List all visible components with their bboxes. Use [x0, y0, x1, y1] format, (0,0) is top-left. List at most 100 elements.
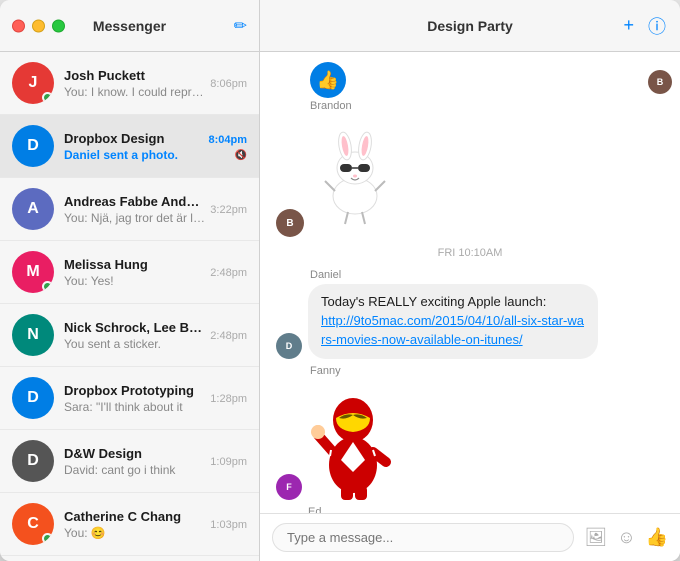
main-content: J Josh Puckett You: I know. I could reprod… [0, 52, 680, 561]
conv-name-dw-design: D&W Design [64, 446, 206, 461]
online-dot-catherine-chang [42, 533, 53, 544]
conv-time-melissa-hung: 2:48pm [210, 267, 247, 279]
conv-name-catherine-chang: Catherine C Chang [64, 509, 206, 524]
daniel-message-row: D Today's REALLY exciting Apple launch: … [276, 284, 664, 359]
conv-preview-josh-puckett: You: I know. I could reproduce. I h... [64, 85, 206, 99]
conv-time-josh-puckett: 8:06pm [210, 78, 247, 90]
conv-time-nick-schrock: 2:48pm [210, 330, 247, 342]
conv-avatar-andreas-fabbe: A [12, 188, 54, 230]
right-actions: + ⓘ [623, 13, 666, 39]
conv-avatar-josh-puckett: J [12, 62, 54, 104]
time-divider-fri-1: FRI 10:10AM [276, 247, 664, 259]
conv-avatar-dw-design: D [12, 440, 54, 482]
brandon-messages: 👍 B Brandon [310, 62, 400, 237]
conversation-item-brandon-souba[interactable]: BBrandon Soubasounds good11:07am [0, 556, 259, 561]
conv-preview-catherine-chang: You: 😊 [64, 526, 206, 540]
ed-message-group: E Ed they screwed up the intro orchestra… [276, 506, 664, 513]
right-titlebar: Design Party + ⓘ [260, 0, 680, 52]
right-side-avatar: B [648, 70, 672, 94]
ranger-sticker [308, 380, 398, 500]
conv-right-melissa-hung: 2:48pm [206, 265, 247, 279]
fullscreen-button[interactable] [52, 19, 65, 32]
conv-preview-melissa-hung: You: Yes! [64, 274, 206, 288]
conversation-item-nick-schrock[interactable]: N Nick Schrock, Lee Byron, ... You sent a … [0, 304, 259, 367]
conv-preview-dropbox-design: Daniel sent a photo. [64, 148, 204, 162]
daniel-name: Daniel [310, 269, 664, 281]
conversation-item-dw-design[interactable]: D D&W Design David: cant go i think 1:09pm [0, 430, 259, 493]
conversation-item-melissa-hung[interactable]: M Melissa Hung You: Yes! 2:48pm [0, 241, 259, 304]
conv-name-nick-schrock: Nick Schrock, Lee Byron, ... [64, 320, 206, 335]
ed-name: Ed [308, 506, 657, 513]
add-person-button[interactable]: + [623, 15, 634, 36]
left-title: Messenger [93, 18, 166, 34]
reaction-row: 👍 B [310, 62, 400, 98]
conversation-item-dropbox-design[interactable]: DDropbox DesignDaniel sent a photo.8:04p… [0, 115, 259, 178]
conversation-item-josh-puckett[interactable]: J Josh Puckett You: I know. I could reprod… [0, 52, 259, 115]
like-button[interactable]: 👍 [646, 527, 668, 548]
close-button[interactable] [12, 19, 25, 32]
conv-right-nick-schrock: 2:48pm [206, 328, 247, 342]
conv-avatar-catherine-chang: C [12, 503, 54, 545]
conversation-list: J Josh Puckett You: I know. I could reprod… [0, 52, 260, 561]
rabbit-sticker [310, 116, 400, 231]
brandon-avatar: B [276, 209, 304, 237]
conv-time-dropbox-prototyping: 1:28pm [210, 393, 247, 405]
conv-info-dw-design: D&W Design David: cant go i think [64, 446, 206, 477]
ed-message-content: Ed they screwed up the intro orchestral … [308, 506, 657, 513]
conv-right-andreas-fabbe: 3:22pm [206, 202, 247, 216]
message-group-top: B 👍 B Brandon [276, 62, 664, 237]
conv-preview-dw-design: David: cant go i think [64, 463, 206, 477]
conv-time-catherine-chang: 1:03pm [210, 519, 247, 531]
conversation-item-andreas-fabbe[interactable]: AAndreas Fabbe AnderssonYou: Njä, jag tr… [0, 178, 259, 241]
conv-info-dropbox-prototyping: Dropbox Prototyping Sara: "I'll think abo… [64, 383, 206, 414]
top-bar: Messenger ✏ Design Party + ⓘ [0, 0, 680, 52]
daniel-bubble: Today's REALLY exciting Apple launch: ht… [308, 284, 598, 359]
conv-time-dropbox-design: 8:04pm [208, 134, 247, 146]
chat-input-bar: 🖼 ☺ 👍 [260, 513, 680, 561]
brandon-name: Brandon [310, 100, 400, 112]
thumbs-up-reaction: 👍 [310, 62, 346, 98]
online-dot-josh-puckett [42, 92, 53, 103]
conv-avatar-melissa-hung: M [12, 251, 54, 293]
daniel-avatar: D [276, 333, 302, 359]
chat-title: Design Party [427, 18, 513, 34]
fanny-avatar: F [276, 474, 302, 500]
conv-avatar-nick-schrock: N [12, 314, 54, 356]
conv-info-nick-schrock: Nick Schrock, Lee Byron, ... You sent a s… [64, 320, 206, 351]
message-list: B 👍 B Brandon [260, 52, 680, 513]
info-button[interactable]: ⓘ [648, 13, 666, 39]
messenger-window: Messenger ✏ Design Party + ⓘ J Josh Pucke… [0, 0, 680, 561]
conv-info-catherine-chang: Catherine C Chang You: 😊 [64, 509, 206, 540]
left-titlebar: Messenger ✏ [0, 0, 260, 52]
conv-name-dropbox-design: Dropbox Design [64, 131, 204, 146]
conv-right-catherine-chang: 1:03pm [206, 517, 247, 531]
conv-info-dropbox-design: Dropbox Design Daniel sent a photo. [64, 131, 204, 162]
conv-time-dw-design: 1:09pm [210, 456, 247, 468]
conv-preview-nick-schrock: You sent a sticker. [64, 337, 206, 351]
conversation-item-catherine-chang[interactable]: C Catherine C Chang You: 😊 1:03pm [0, 493, 259, 556]
apple-link[interactable]: http://9to5mac.com/2015/04/10/all-six-st… [321, 313, 584, 347]
conversation-item-dropbox-prototyping[interactable]: D Dropbox Prototyping Sara: "I'll think ab… [0, 367, 259, 430]
daniel-message-group: Daniel D Today's REALLY exciting Apple l… [276, 269, 664, 359]
conv-name-dropbox-prototyping: Dropbox Prototyping [64, 383, 206, 398]
conv-name-josh-puckett: Josh Puckett [64, 68, 206, 83]
conv-right-dropbox-prototyping: 1:28pm [206, 391, 247, 405]
fanny-message-group: Fanny F [276, 365, 664, 500]
image-button[interactable]: 🖼 [584, 527, 607, 548]
conv-avatar-dropbox-prototyping: D [12, 377, 54, 419]
conv-name-andreas-fabbe: Andreas Fabbe Andersson [64, 194, 206, 209]
emoji-button[interactable]: ☺ [617, 527, 635, 548]
minimize-button[interactable] [32, 19, 45, 32]
traffic-lights [12, 19, 65, 32]
message-input[interactable] [272, 523, 574, 552]
compose-button[interactable]: ✏ [234, 16, 247, 36]
conv-avatar-dropbox-design: D [12, 125, 54, 167]
fanny-sticker-row: F [276, 380, 664, 500]
conv-right-dropbox-design: 8:04pm🔇 [204, 132, 247, 161]
conv-info-josh-puckett: Josh Puckett You: I know. I could reprodu… [64, 68, 206, 99]
conv-right-josh-puckett: 8:06pm [206, 76, 247, 90]
conv-name-melissa-hung: Melissa Hung [64, 257, 206, 272]
chat-panel: B 👍 B Brandon [260, 52, 680, 561]
conv-right-dw-design: 1:09pm [206, 454, 247, 468]
conv-preview-dropbox-prototyping: Sara: "I'll think about it [64, 400, 206, 414]
